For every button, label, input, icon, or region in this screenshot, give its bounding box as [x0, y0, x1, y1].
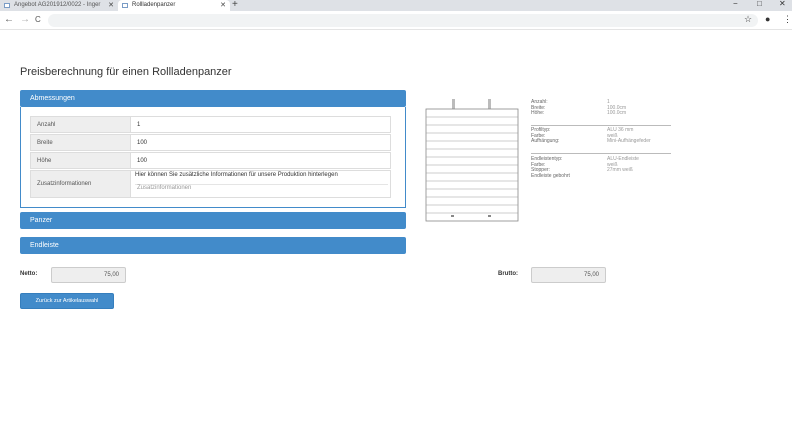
spec-value: 100.0cm: [607, 110, 627, 116]
tab-title: Angebot AG201912/0022 - Inger: [14, 2, 101, 8]
suspension-spring: [452, 99, 455, 109]
section-header-panzer[interactable]: Panzer: [20, 212, 406, 229]
spec-key: Aufhängung:: [531, 138, 560, 144]
spec-key: Höhe:: [531, 110, 545, 116]
form-row-anzahl: Anzahl 1: [30, 116, 391, 133]
anzahl-input[interactable]: 1: [137, 117, 386, 132]
spec-value: Mini-Aufhängefeder: [607, 138, 651, 144]
form-row-zusatzinformationen: Zusatzinformationen Hier können Sie zusä…: [30, 170, 391, 198]
browser-tab-bar: Angebot AG201912/0022 - Inger ✕ Rolllade…: [0, 0, 792, 11]
browser-tab-rollladenpanzer[interactable]: Rollladenpanzer ✕: [118, 0, 230, 11]
back-to-articles-button[interactable]: Zurück zur Artikelauswahl: [20, 293, 114, 309]
page-title: Preisberechnung für einen Rollladenpanze…: [20, 66, 232, 78]
forward-arrow-icon[interactable]: →: [20, 14, 30, 25]
stopper: [451, 215, 454, 217]
browser-toolbar: ← → C ☆ ● ⋮: [0, 11, 792, 30]
spec-key: Endleiste gebohrt: [531, 172, 570, 179]
spec-row: Aufhängung: Mini-Aufhängefeder: [531, 138, 651, 145]
page-icon: [122, 3, 128, 8]
suspension-spring: [488, 99, 491, 109]
brutto-value: 75,00: [531, 267, 606, 283]
spec-group-endleiste: Endleistentyp: ALU-Endleiste Farbe: weiß Sto…: [531, 156, 639, 180]
field-label: Zusatzinformationen: [31, 171, 131, 197]
stopper: [488, 215, 491, 217]
zusatzinformationen-input[interactable]: Zusatzinformationen: [135, 184, 388, 194]
form-row-hoehe: Höhe 100: [30, 152, 391, 169]
field-label: Anzahl: [31, 117, 131, 132]
menu-icon[interactable]: ⋮: [783, 14, 792, 25]
spec-group-dimensions: Anzahl: 1 Breite: 100.0cm Höhe: 100.0cm: [531, 99, 627, 117]
spec-value: 27mm weiß: [607, 167, 633, 173]
address-bar-input[interactable]: [48, 14, 758, 27]
star-icon[interactable]: ☆: [744, 14, 752, 25]
netto-label: Netto:: [20, 271, 38, 277]
abmessungen-panel: Anzahl 1 Breite 100 Höhe 100 Zusatzinfor…: [20, 107, 406, 208]
close-icon[interactable]: ✕: [220, 0, 226, 11]
browser-tab-angebot[interactable]: Angebot AG201912/0022 - Inger ✕: [0, 0, 118, 11]
account-icon[interactable]: ●: [765, 14, 770, 24]
shutter-preview-drawing: [425, 99, 519, 222]
minimize-icon[interactable]: −: [733, 0, 738, 8]
spec-divider: [531, 125, 671, 126]
brutto-label: Brutto:: [498, 271, 518, 277]
page-icon: [4, 3, 10, 8]
hoehe-input[interactable]: 100: [137, 153, 386, 168]
section-header-endleiste[interactable]: Endleiste: [20, 237, 406, 254]
back-arrow-icon[interactable]: ←: [4, 14, 14, 25]
section-header-abmessungen[interactable]: Abmessungen: [20, 90, 406, 107]
new-tab-icon[interactable]: +: [232, 0, 238, 10]
spec-row: Höhe: 100.0cm: [531, 110, 627, 117]
field-label: Breite: [31, 135, 131, 150]
tab-title: Rollladenpanzer: [132, 2, 176, 8]
maximize-icon[interactable]: □: [757, 0, 762, 8]
breite-input[interactable]: 100: [137, 135, 386, 150]
zusatz-hint: Hier können Sie zusätzliche Informatione…: [135, 172, 338, 178]
shutter-slats: [425, 108, 519, 222]
spec-row: Endleiste gebohrt: [531, 172, 639, 180]
form-row-breite: Breite 100: [30, 134, 391, 151]
spec-group-panzer: Profiltyp: ALU 36 mm Farbe: weiß Aufhängung:…: [531, 127, 651, 145]
field-label: Höhe: [31, 153, 131, 168]
window-close-icon[interactable]: ✕: [779, 0, 786, 8]
close-icon[interactable]: ✕: [108, 0, 114, 11]
spec-divider: [531, 153, 671, 154]
reload-icon[interactable]: C: [35, 15, 41, 24]
netto-value: 75,00: [51, 267, 126, 283]
